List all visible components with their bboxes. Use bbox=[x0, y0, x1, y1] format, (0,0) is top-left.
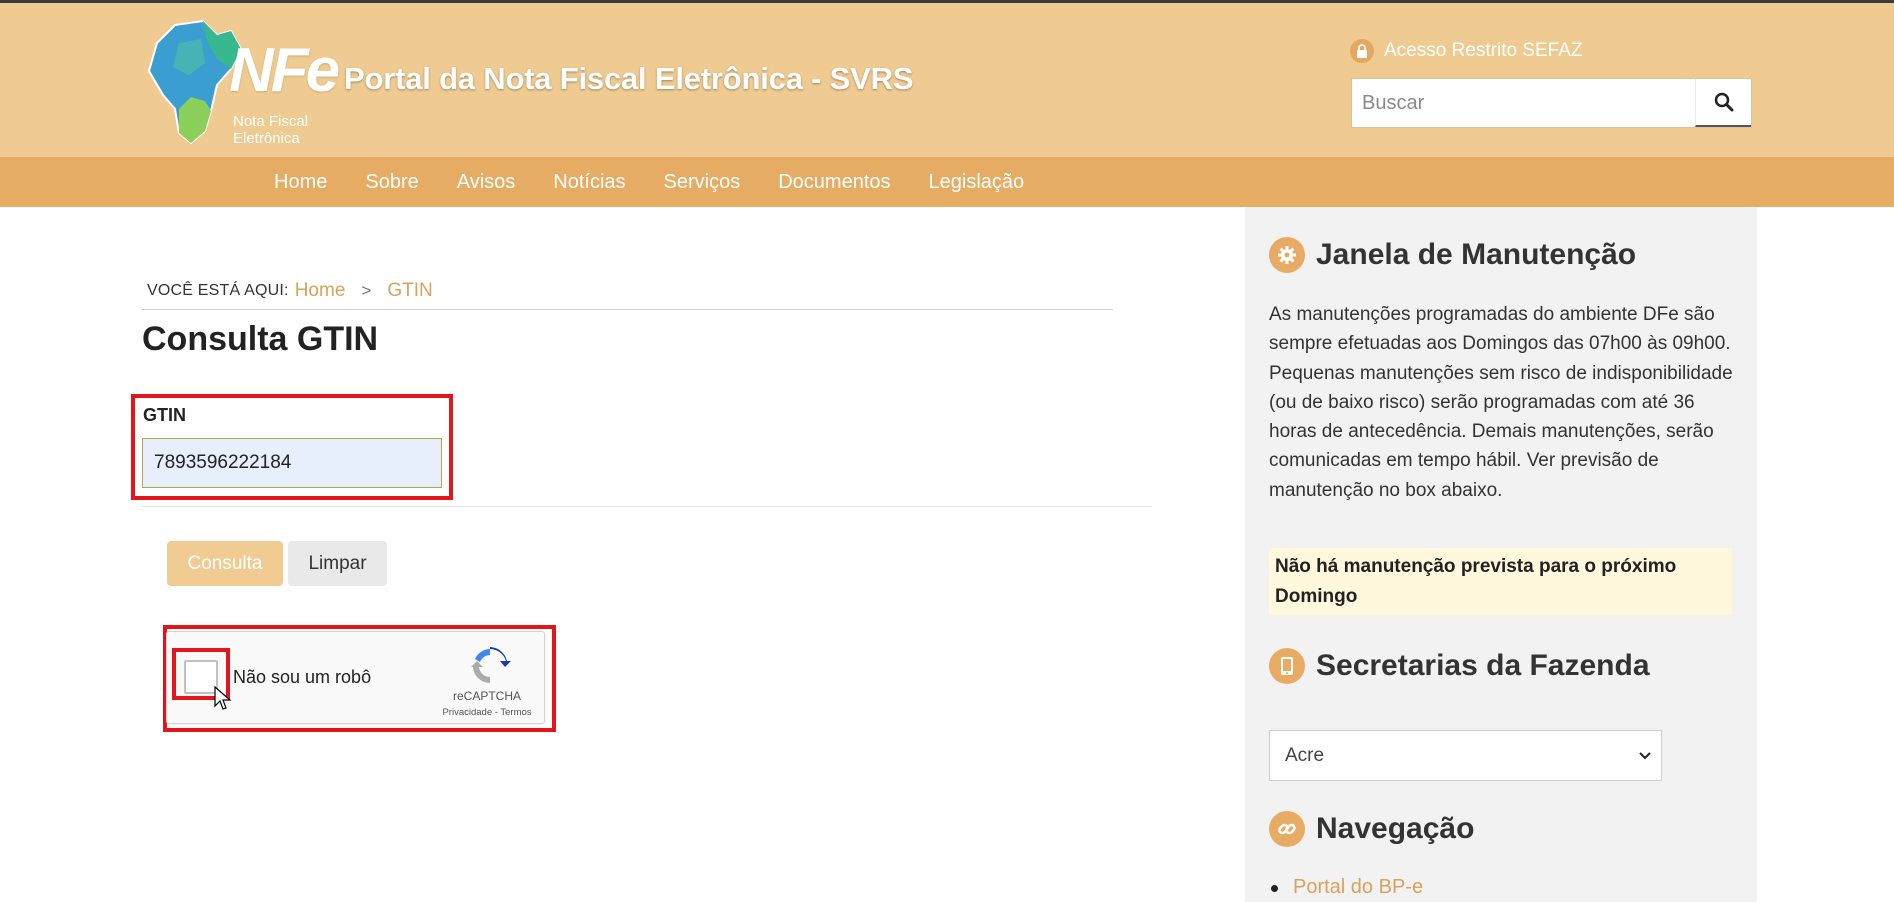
notice-line2: Domingo bbox=[1275, 585, 1358, 607]
main-nav: Home Sobre Avisos Notícias Serviços Docu… bbox=[0, 157, 1894, 207]
sidebar: Janela de Manutenção As manutenções prog… bbox=[1245, 207, 1757, 902]
breadcrumb-separator: > bbox=[361, 281, 372, 300]
navegacao-heading: Navegação bbox=[1269, 811, 1474, 847]
search-input[interactable] bbox=[1352, 79, 1695, 127]
nav-link-portal-bpe[interactable]: Portal do BP-e bbox=[1293, 876, 1423, 898]
breadcrumb: Você está aqui: Home > GTIN bbox=[147, 280, 433, 302]
gear-icon bbox=[1269, 237, 1305, 273]
nav-item-sobre[interactable]: Sobre bbox=[346, 171, 437, 194]
nav-item-home[interactable]: Home bbox=[255, 171, 346, 194]
gtin-label: GTIN bbox=[143, 405, 186, 425]
breadcrumb-prefix: Você está aqui: bbox=[147, 282, 289, 299]
mouse-cursor-icon bbox=[214, 686, 232, 710]
nav-item-documentos[interactable]: Documentos bbox=[759, 171, 909, 194]
maintenance-title: Janela de Manutenção bbox=[1316, 238, 1637, 271]
divider bbox=[142, 506, 1152, 507]
state-select[interactable]: Acre bbox=[1269, 730, 1662, 781]
secretarias-heading: Secretarias da Fazenda bbox=[1269, 648, 1650, 684]
maintenance-notice: Não há manutenção prevista para o próxim… bbox=[1269, 548, 1732, 615]
secretarias-title: Secretarias da Fazenda bbox=[1316, 649, 1650, 682]
navegacao-list: Portal do BP-e bbox=[1271, 876, 1423, 899]
nav-item-legislacao[interactable]: Legislação bbox=[910, 171, 1044, 194]
breadcrumb-home-link[interactable]: Home bbox=[295, 280, 346, 302]
nav-item-avisos[interactable]: Avisos bbox=[438, 171, 535, 194]
breadcrumb-current: GTIN bbox=[387, 280, 433, 301]
nav-item-servicos[interactable]: Serviços bbox=[645, 171, 760, 194]
link-icon bbox=[1269, 811, 1305, 847]
recaptcha-links[interactable]: Privacidade - Termos bbox=[429, 707, 545, 718]
logo-text: NFe bbox=[229, 36, 340, 105]
site-header: NFe Nota Fiscal Eletrônica Portal da Not… bbox=[0, 3, 1894, 157]
navegacao-title: Navegação bbox=[1316, 812, 1475, 845]
logo-subtitle-line1: Nota Fiscal bbox=[233, 113, 309, 130]
search-button[interactable] bbox=[1695, 79, 1751, 127]
maintenance-text: As manutenções programadas do ambiente D… bbox=[1269, 304, 1733, 501]
search-icon bbox=[1714, 92, 1733, 112]
search-box bbox=[1351, 78, 1752, 128]
tablet-icon bbox=[1269, 648, 1305, 684]
nav-item-noticias[interactable]: Notícias bbox=[534, 171, 644, 194]
restricted-access-link[interactable]: Acesso Restrito SEFAZ bbox=[1350, 39, 1583, 63]
consulta-button[interactable]: Consulta bbox=[167, 541, 283, 586]
list-bullet bbox=[1271, 885, 1278, 892]
logo-subtitle: Nota Fiscal Eletrônica bbox=[233, 113, 308, 147]
gtin-input[interactable] bbox=[142, 438, 442, 488]
limpar-button[interactable]: Limpar bbox=[288, 541, 387, 586]
recaptcha-label: Não sou um robô bbox=[233, 667, 372, 687]
logo-subtitle-line2: Eletrônica bbox=[233, 130, 300, 147]
chevron-down-icon bbox=[1639, 751, 1651, 759]
lock-icon bbox=[1350, 39, 1374, 63]
recaptcha-brand: reCAPTCHA bbox=[452, 689, 521, 703]
site-title[interactable]: Portal da Nota Fiscal Eletrônica - SVRS bbox=[344, 61, 914, 97]
maintenance-heading: Janela de Manutenção bbox=[1269, 237, 1636, 273]
nfe-logo[interactable]: NFe Nota Fiscal Eletrônica bbox=[145, 13, 340, 153]
state-select-value: Acre bbox=[1285, 744, 1325, 766]
page-title: Consulta GTIN bbox=[142, 320, 379, 358]
restricted-access-label: Acesso Restrito SEFAZ bbox=[1384, 40, 1583, 61]
recaptcha-logo-icon bbox=[471, 647, 511, 683]
divider bbox=[142, 309, 1113, 310]
notice-line1: Não há manutenção prevista para o próxim… bbox=[1275, 556, 1677, 577]
